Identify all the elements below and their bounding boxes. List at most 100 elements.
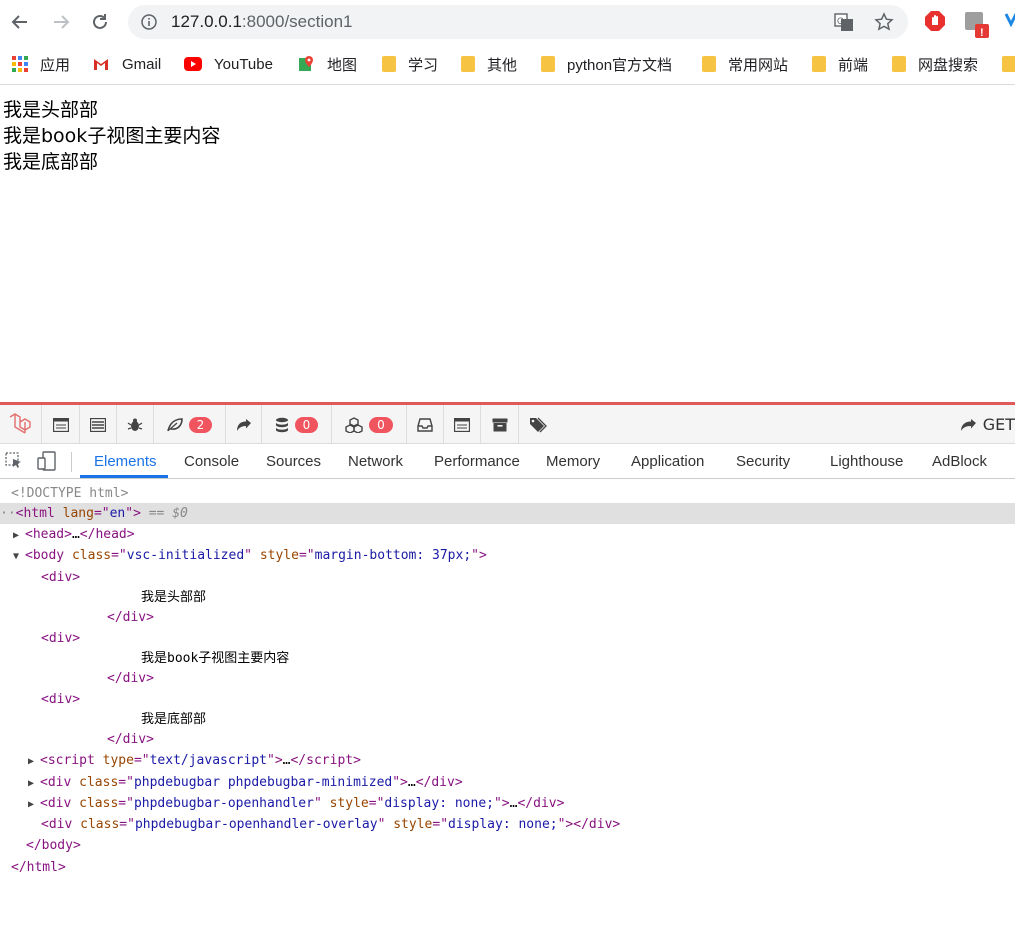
dom-node-script[interactable]: ▶ <script type="text/javascript">…</scrip… — [28, 750, 361, 771]
list-icon — [90, 417, 106, 432]
debugbar-queries-tab[interactable]: 0 — [262, 405, 332, 444]
bookmark-label: YouTube — [214, 55, 273, 73]
laravel-logo-icon — [9, 412, 31, 434]
dom-node-div-close: </div> — [107, 671, 154, 686]
tab-console[interactable]: Console — [184, 453, 239, 470]
tab-elements[interactable]: Elements — [94, 453, 157, 470]
tab-sources[interactable]: Sources — [266, 453, 321, 470]
bookmark-folder-other[interactable]: 其他 — [461, 54, 517, 74]
dom-text-node[interactable]: 我是头部部 — [141, 587, 206, 608]
debugbar-views-tab[interactable]: 2 — [154, 405, 226, 444]
bookmark-folder-python-docs[interactable]: python官方文档 — [541, 54, 672, 74]
info-icon[interactable] — [141, 14, 157, 30]
url-path: :8000/section1 — [241, 12, 353, 31]
forward-button[interactable] — [47, 8, 75, 36]
tab-adblock[interactable]: AdBlock — [932, 453, 987, 470]
bookmark-label: 其他 — [487, 56, 518, 74]
bookmark-youtube[interactable]: YouTube — [184, 54, 273, 74]
bookmark-label: python官方文档 — [567, 56, 673, 74]
dom-node-body[interactable]: ▼ <body class="vsc-initialized" style="ma… — [13, 545, 487, 566]
dom-doctype[interactable]: <!DOCTYPE html> — [11, 483, 128, 504]
dom-node-div-overlay[interactable]: <div class="phpdebugbar-openhandler-over… — [41, 814, 620, 835]
dom-node-div-close: </div> — [107, 732, 154, 747]
debugbar-session-tab[interactable] — [481, 405, 519, 444]
expand-triangle-icon[interactable]: ▶ — [28, 794, 40, 815]
dom-node-div-open[interactable]: <div> — [41, 628, 80, 649]
body-style-value: margin-bottom: 37px; — [314, 548, 472, 563]
laravel-logo-button[interactable] — [0, 405, 42, 444]
debugbar-timeline-tab[interactable] — [80, 405, 117, 444]
dom-node-div-debugbar[interactable]: ▶ <div class="phpdebugbar phpdebugbar-min… — [28, 772, 463, 793]
url-host: 127.0.0.1 — [171, 12, 242, 31]
window-icon — [454, 417, 470, 432]
folder-icon — [1002, 56, 1015, 72]
bookmark-label: Gmail — [122, 55, 162, 73]
page-content: 我是头部部 我是book子视图主要内容 我是底部部 — [3, 97, 220, 175]
tab-performance[interactable]: Performance — [434, 453, 520, 470]
collapse-triangle-icon[interactable]: ▼ — [13, 546, 25, 567]
dom-text-node[interactable]: 我是book子视图主要内容 — [141, 648, 289, 669]
url-text[interactable]: 127.0.0.1:8000/section1 — [171, 12, 353, 32]
debugbar-models-tab[interactable]: 0 — [332, 405, 407, 444]
bookmark-label: 常用网站 — [728, 56, 789, 74]
adblock-extension-icon[interactable] — [924, 10, 946, 32]
selected-node-marker: == $0 — [148, 506, 188, 521]
debugbar-messages-tab[interactable] — [42, 405, 80, 444]
bookmark-folder-common-sites[interactable]: 常用网站 — [702, 54, 788, 74]
debugbar-route-tab[interactable] — [226, 405, 262, 444]
back-arrow-icon — [11, 15, 27, 29]
tab-application[interactable]: Application — [631, 453, 704, 470]
tab-network[interactable]: Network — [348, 453, 403, 470]
dom-node-html[interactable]: ··<html lang="en"> == $0 — [0, 503, 1015, 524]
toolbar-divider — [71, 452, 72, 472]
share-arrow-icon — [236, 418, 251, 431]
bookmark-folder-netdisk-search[interactable]: 网盘搜索 — [892, 54, 978, 74]
translate-icon[interactable]: G — [834, 12, 854, 32]
bookmark-label: 网盘搜索 — [918, 56, 979, 74]
tab-lighthouse[interactable]: Lighthouse — [830, 453, 903, 470]
dom-text-node[interactable]: 我是底部部 — [141, 709, 206, 730]
reload-button[interactable] — [86, 8, 114, 36]
tab-security[interactable]: Security — [736, 453, 790, 470]
dom-node-div-open[interactable]: <div> — [41, 567, 80, 588]
debugbar-exceptions-tab[interactable] — [117, 405, 154, 444]
folder-icon — [461, 56, 475, 72]
bookmark-label: 应用 — [40, 56, 71, 74]
star-icon[interactable] — [874, 12, 894, 32]
device-toggle-icon[interactable] — [37, 451, 57, 471]
div-class-value: phpdebugbar-openhandler — [133, 796, 314, 811]
expand-triangle-icon[interactable]: ▶ — [28, 773, 40, 794]
dom-node-div-openhandler[interactable]: ▶ <div class="phpdebugbar-openhandler" st… — [28, 793, 564, 814]
folder-icon — [382, 56, 396, 72]
bookmark-apps[interactable]: 应用 — [12, 54, 70, 74]
request-method-label: GET — [982, 415, 1015, 434]
bookmark-folder-frontend[interactable]: 前端 — [812, 54, 868, 74]
request-method-indicator[interactable]: GET — [959, 415, 1015, 434]
folder-icon — [541, 56, 555, 72]
devtools-tab-strip: Elements Console Sources Network Perform… — [0, 444, 1015, 479]
expand-triangle-icon[interactable]: ▶ — [13, 525, 25, 546]
bookmark-gmail[interactable]: Gmail — [92, 54, 161, 74]
debugbar-tags-tab[interactable] — [519, 405, 557, 444]
tab-memory[interactable]: Memory — [546, 453, 600, 470]
inspect-element-icon[interactable] — [5, 452, 23, 470]
bookmark-folder-study[interactable]: 学习 — [382, 54, 438, 74]
bookmark-maps[interactable]: 地图 — [299, 54, 357, 74]
div-class-value: phpdebugbar phpdebugbar-minimized — [133, 775, 393, 790]
back-button[interactable] — [6, 8, 34, 36]
bug-icon — [127, 418, 143, 431]
debugbar-mails-tab[interactable] — [407, 405, 444, 444]
svg-text:G: G — [837, 16, 844, 26]
address-bar[interactable]: 127.0.0.1:8000/section1 G — [128, 5, 908, 39]
extension-partial-icon[interactable] — [1004, 10, 1015, 32]
window-icon — [52, 417, 69, 432]
dom-node-div-open[interactable]: <div> — [41, 689, 80, 710]
main-content-text: 我是book子视图主要内容 — [3, 125, 221, 147]
bookmark-folder-overflow[interactable] — [1002, 54, 1015, 74]
extension-alert-icon[interactable]: ! — [963, 10, 991, 38]
debugbar-request-tab[interactable] — [444, 405, 481, 444]
models-count-badge: 0 — [369, 416, 393, 433]
active-tab-indicator — [80, 475, 168, 478]
expand-triangle-icon[interactable]: ▶ — [28, 751, 40, 772]
dom-node-head[interactable]: ▶ <head>…</head> — [13, 524, 135, 545]
